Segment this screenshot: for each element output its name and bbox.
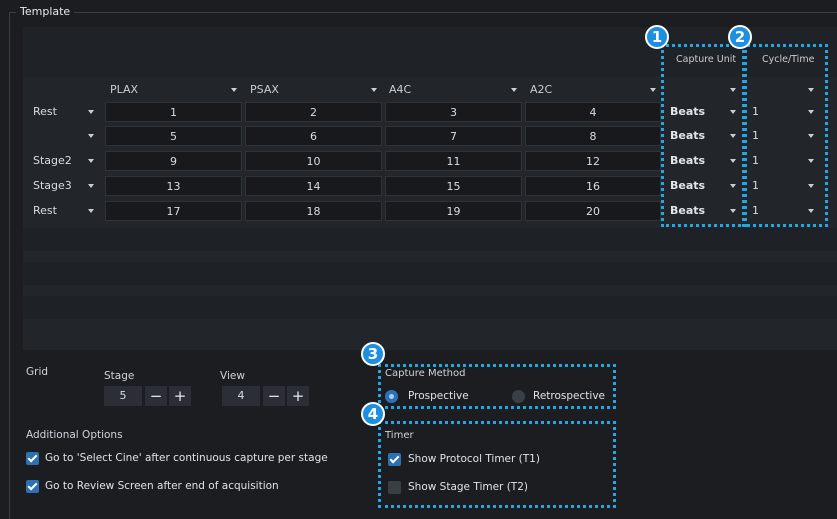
view-cell[interactable]: 4 — [525, 102, 661, 122]
view-cell[interactable]: 1 — [105, 102, 242, 122]
template-title: Template — [16, 5, 75, 18]
view-cell[interactable]: 19 — [385, 201, 522, 221]
callout-box-cycle-time — [742, 44, 828, 227]
view-cell[interactable]: 9 — [105, 151, 242, 171]
chevron-down-icon[interactable] — [88, 201, 94, 221]
grid-empty-row — [23, 262, 837, 285]
stage-increment-button[interactable]: + — [169, 386, 191, 406]
protocol-timer-checkbox[interactable] — [388, 453, 401, 466]
view-cell[interactable]: 17 — [105, 201, 242, 221]
view-cell[interactable]: 14 — [245, 176, 382, 196]
prospective-radio[interactable] — [385, 390, 398, 403]
grid-empty-row — [23, 228, 837, 251]
chevron-down-icon[interactable] — [88, 126, 94, 146]
timer-label: Timer — [385, 430, 414, 441]
view-cell[interactable]: 13 — [105, 176, 242, 196]
view-cell[interactable]: 5 — [105, 126, 242, 146]
row-stage-label: Stage3 — [33, 179, 72, 192]
protocol-timer-label[interactable]: Show Protocol Timer (T1) — [408, 453, 540, 465]
view-label: View — [220, 370, 245, 382]
chevron-down-icon[interactable] — [371, 80, 377, 100]
retrospective-label[interactable]: Retrospective — [533, 390, 605, 402]
stage-timer-checkbox[interactable] — [388, 481, 401, 494]
chevron-down-icon[interactable] — [231, 80, 237, 100]
row-stage-label: Rest — [33, 105, 57, 118]
view-cell[interactable]: 12 — [525, 151, 661, 171]
select-cine-checkbox[interactable] — [26, 452, 39, 465]
view-cell[interactable]: 10 — [245, 151, 382, 171]
callout-badge-4: 4 — [361, 402, 385, 426]
callout-box-capture-unit — [661, 44, 747, 227]
additional-options-label: Additional Options — [26, 429, 123, 441]
review-screen-option-label[interactable]: Go to Review Screen after end of acquisi… — [45, 480, 279, 492]
view-cell[interactable]: 11 — [385, 151, 522, 171]
view-cell[interactable]: 18 — [245, 201, 382, 221]
stage-decrement-button[interactable]: − — [145, 386, 167, 406]
grid-label: Grid — [26, 366, 49, 378]
select-cine-option-label[interactable]: Go to 'Select Cine' after continuous cap… — [45, 452, 328, 464]
row-stage-label: Stage2 — [33, 154, 72, 167]
retrospective-radio[interactable] — [512, 390, 525, 403]
chevron-down-icon[interactable] — [511, 80, 517, 100]
stage-stepper-value[interactable]: 5 — [104, 386, 142, 406]
review-screen-checkbox[interactable] — [26, 480, 39, 493]
view-cell[interactable]: 20 — [525, 201, 661, 221]
chevron-down-icon[interactable] — [88, 176, 94, 196]
view-cell[interactable]: 2 — [245, 102, 382, 122]
view-decrement-button[interactable]: − — [263, 386, 285, 406]
prospective-label[interactable]: Prospective — [408, 390, 469, 402]
view-cell[interactable]: 16 — [525, 176, 661, 196]
stage-timer-label[interactable]: Show Stage Timer (T2) — [408, 481, 528, 493]
grid-empty-row — [23, 296, 837, 319]
chevron-down-icon[interactable] — [650, 80, 656, 100]
view-cell[interactable]: 8 — [525, 126, 661, 146]
view-stepper-value[interactable]: 4 — [222, 386, 260, 406]
row-stage-label: Rest — [33, 204, 57, 217]
view-cell[interactable]: 3 — [385, 102, 522, 122]
callout-badge-1: 1 — [645, 25, 669, 49]
view-cell[interactable]: 15 — [385, 176, 522, 196]
callout-badge-2: 2 — [728, 25, 752, 49]
stage-label: Stage — [104, 370, 135, 382]
chevron-down-icon[interactable] — [88, 151, 94, 171]
callout-badge-3: 3 — [361, 342, 385, 366]
view-increment-button[interactable]: + — [287, 386, 309, 406]
chevron-down-icon[interactable] — [88, 102, 94, 122]
view-cell[interactable]: 6 — [245, 126, 382, 146]
capture-method-label: Capture Method — [385, 368, 466, 379]
view-cell[interactable]: 7 — [385, 126, 522, 146]
